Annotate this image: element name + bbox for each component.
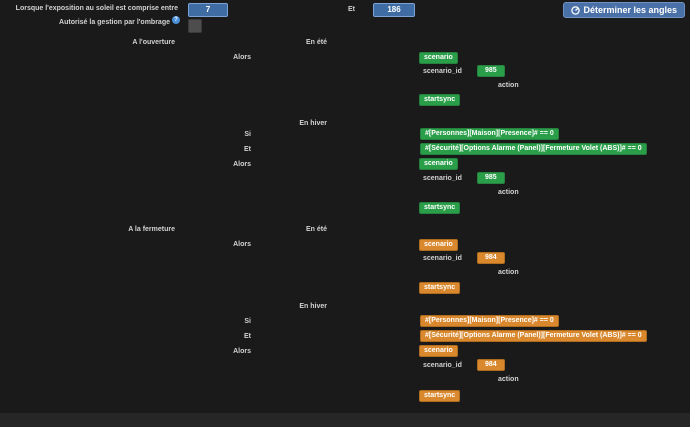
action-label: action bbox=[498, 269, 519, 276]
scenario-tag: scenario bbox=[419, 345, 458, 357]
and-label: Et bbox=[244, 146, 251, 153]
exposure-min-value: 7 bbox=[205, 5, 211, 14]
if-label: Si bbox=[244, 318, 251, 325]
and-condition-tag: #[Sécurité][Options Alarme (Panel)][Ferm… bbox=[420, 330, 647, 342]
exposure-max-input[interactable]: 186 bbox=[373, 3, 415, 17]
season-summer-label: En été bbox=[305, 226, 327, 233]
closing-section-label: A la fermeture bbox=[128, 226, 175, 233]
season-summer-label: En été bbox=[305, 39, 327, 46]
scenario-tag: scenario bbox=[419, 239, 458, 251]
exposure-and-label: Et bbox=[348, 6, 355, 13]
then-label: Alors bbox=[233, 54, 251, 61]
scenario-id-value: 985 bbox=[477, 172, 505, 184]
if-condition-tag: #[Personnes][Maison][Presence]# == 0 bbox=[420, 315, 559, 327]
bottom-panel-edge bbox=[0, 413, 690, 427]
startsync-tag: startsync bbox=[419, 390, 461, 402]
then-label: Alors bbox=[233, 241, 251, 248]
startsync-tag: startsync bbox=[419, 202, 461, 214]
scenario-id-value: 984 bbox=[477, 359, 505, 371]
and-condition-tag: #[Sécurité][Options Alarme (Panel)][Ferm… bbox=[420, 143, 647, 155]
scenario-id-value: 985 bbox=[477, 65, 505, 77]
scenario-id-label: scenario_id bbox=[423, 362, 462, 369]
shading-checkbox[interactable] bbox=[188, 19, 202, 33]
determine-angles-label: Déterminer les angles bbox=[583, 5, 677, 15]
exposure-max-value: 186 bbox=[387, 5, 401, 14]
and-label: Et bbox=[244, 333, 251, 340]
scenario-id-label: scenario_id bbox=[423, 175, 462, 182]
shading-gestion-label: Autorisé la gestion par l'ombrage bbox=[59, 19, 170, 26]
scenario-id-label: scenario_id bbox=[423, 68, 462, 75]
scenario-id-label: scenario_id bbox=[423, 255, 462, 262]
if-label: Si bbox=[244, 131, 251, 138]
exposure-between-label: Lorsque l'exposition au soleil est compr… bbox=[15, 5, 178, 12]
help-icon[interactable]: ? bbox=[172, 16, 180, 24]
action-label: action bbox=[498, 82, 519, 89]
action-label: action bbox=[498, 189, 519, 196]
if-condition-tag: #[Personnes][Maison][Presence]# == 0 bbox=[420, 128, 559, 140]
scenario-tag: scenario bbox=[419, 52, 458, 64]
startsync-tag: startsync bbox=[419, 94, 461, 106]
action-label: action bbox=[498, 376, 519, 383]
then-label: Alors bbox=[233, 348, 251, 355]
startsync-tag: startsync bbox=[419, 282, 461, 294]
compass-icon bbox=[571, 5, 581, 15]
scenario-tag: scenario bbox=[419, 158, 458, 170]
scenario-id-value: 984 bbox=[477, 252, 505, 264]
shading-config-panel: Lorsque l'exposition au soleil est compr… bbox=[0, 0, 690, 427]
season-winter-label: En hiver bbox=[299, 303, 327, 310]
exposure-min-input[interactable]: 7 bbox=[188, 3, 228, 17]
then-label: Alors bbox=[233, 161, 251, 168]
determine-angles-button[interactable]: Déterminer les angles bbox=[563, 2, 685, 18]
opening-section-label: A l'ouverture bbox=[132, 39, 175, 46]
season-winter-label: En hiver bbox=[299, 120, 327, 127]
